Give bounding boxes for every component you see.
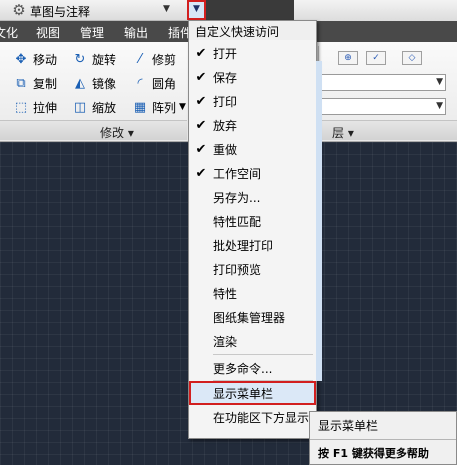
layer-combo[interactable]: ▼: [320, 74, 446, 91]
gear-icon[interactable]: ⚙: [10, 1, 28, 19]
check-icon: ✔: [195, 141, 207, 157]
scale-label: 缩放: [92, 100, 117, 115]
menu-scroll-strip: [316, 61, 322, 381]
layer-combo-2[interactable]: ▼: [320, 98, 446, 115]
menu-item-plot-preview[interactable]: 打印预览: [189, 257, 316, 281]
tooltip: 显示菜单栏 按 F1 键获得更多帮助: [309, 411, 457, 465]
menu-item-show-menubar[interactable]: 显示菜单栏: [189, 381, 316, 405]
copy-icon: ⧉: [16, 75, 26, 91]
menu-item-label: 显示菜单栏: [213, 386, 274, 401]
trim-button[interactable]: ⁄ 修剪: [131, 50, 176, 68]
layer-match-icon[interactable]: ✓: [366, 51, 386, 65]
menu-item-properties[interactable]: 特性: [189, 281, 316, 305]
tooltip-help: 按 F1 键获得更多帮助: [318, 447, 429, 460]
layer-panel-label: 层 ▾: [332, 126, 354, 140]
chevron-down-icon[interactable]: ▼: [179, 102, 186, 112]
modify-panel-footer[interactable]: 修改 ▾: [0, 120, 187, 140]
menu-item-render[interactable]: 渲染: [189, 329, 316, 353]
menu-item-label: 打印: [213, 94, 238, 109]
tooltip-title: 显示菜单栏: [318, 419, 379, 433]
menu-item-label: 批处理打印: [213, 238, 274, 253]
check-icon: ✔: [195, 45, 207, 61]
menu-item-label: 特性: [213, 286, 238, 301]
tab-manage[interactable]: 管理: [80, 24, 104, 41]
chevron-down-icon: ▼: [436, 77, 443, 87]
array-button[interactable]: ▦ 阵列 ▼: [131, 98, 186, 116]
menu-item-open[interactable]: ✔ 打开: [189, 41, 316, 65]
layer-tool-icon[interactable]: ⊕: [338, 51, 358, 65]
menu-item-print[interactable]: ✔ 打印: [189, 89, 316, 113]
menu-separator: [213, 354, 313, 355]
rotate-icon: ↻: [74, 51, 86, 67]
menu-item-show-below-ribbon[interactable]: 在功能区下方显示: [189, 405, 316, 429]
menu-item-match-properties[interactable]: 特性匹配: [189, 209, 316, 233]
menu-item-sheet-set-manager[interactable]: 图纸集管理器: [189, 305, 316, 329]
mirror-button[interactable]: ◭ 镜像: [71, 74, 116, 92]
menu-title: 自定义快速访问: [189, 21, 316, 40]
tab-output[interactable]: 输出: [124, 24, 148, 41]
menu-item-label: 工作空间: [213, 166, 262, 181]
menu-item-label: 另存为...: [213, 190, 261, 205]
modify-panel-label: 修改 ▾: [100, 126, 134, 140]
menu-item-save-as[interactable]: 另存为...: [189, 185, 316, 209]
copy-button[interactable]: ⧉ 复制: [12, 74, 57, 92]
array-icon: ▦: [133, 99, 147, 115]
tooltip-divider: [310, 439, 456, 440]
menu-item-label: 打开: [213, 46, 238, 61]
fillet-label: 圆角: [152, 76, 177, 91]
menu-item-label: 打印预览: [213, 262, 262, 277]
menu-item-label: 更多命令...: [213, 361, 273, 376]
chevron-down-icon[interactable]: ▼: [163, 4, 170, 14]
copy-label: 复制: [33, 76, 58, 91]
fillet-icon: ◜: [137, 75, 143, 91]
stretch-button[interactable]: ⬚ 拉伸: [12, 98, 57, 116]
stretch-icon: ⬚: [14, 99, 28, 115]
rotate-button[interactable]: ↻ 旋转: [71, 50, 116, 68]
rotate-label: 旋转: [92, 52, 117, 67]
menu-item-label: 渲染: [213, 334, 238, 349]
menu-item-label: 放弃: [213, 118, 238, 133]
quick-access-toolbar: ⚙ 草图与注释 ▼ ▼: [0, 0, 457, 21]
tab-view[interactable]: 视图: [36, 24, 60, 41]
workspace-label[interactable]: 草图与注释: [30, 3, 90, 20]
menu-item-redo[interactable]: ✔ 重做: [189, 137, 316, 161]
layer-panel-footer[interactable]: 层 ▾: [318, 120, 457, 140]
menu-item-undo[interactable]: ✔ 放弃: [189, 113, 316, 137]
check-icon: ✔: [195, 117, 207, 133]
check-icon: ✔: [195, 165, 207, 181]
menu-item-more-commands[interactable]: 更多命令...: [189, 356, 316, 380]
menu-item-label: 特性匹配: [213, 214, 262, 229]
mirror-icon: ◭: [75, 75, 85, 91]
menu-item-label: 图纸集管理器: [213, 310, 286, 325]
menu-item-label: 保存: [213, 70, 238, 85]
mirror-label: 镜像: [92, 76, 117, 91]
move-button[interactable]: ✥ 移动: [12, 50, 57, 68]
menu-item-label: 在功能区下方显示: [213, 410, 310, 425]
move-label: 移动: [33, 52, 58, 67]
scale-button[interactable]: ◫ 缩放: [71, 98, 116, 116]
customize-quick-access-menu: 自定义快速访问 ✔ 打开 ✔ 保存 ✔ 打印 ✔ 放弃 ✔ 重做 ✔ 工作空间 …: [188, 20, 322, 439]
trim-icon: ⁄: [138, 51, 142, 67]
trim-label: 修剪: [152, 52, 177, 67]
title-bar-rest: [294, 0, 457, 21]
array-label: 阵列: [152, 100, 177, 115]
layer-state-icon[interactable]: ◇: [402, 51, 422, 65]
check-icon: ✔: [195, 69, 207, 85]
chevron-down-icon: ▼: [193, 4, 200, 14]
chevron-down-icon: ▼: [436, 101, 443, 111]
menu-item-label: 重做: [213, 142, 238, 157]
check-icon: ✔: [195, 93, 207, 109]
menu-item-batch-plot[interactable]: 批处理打印: [189, 233, 316, 257]
move-icon: ✥: [15, 51, 27, 67]
customize-quick-access-button[interactable]: ▼: [187, 0, 206, 20]
scale-icon: ◫: [73, 99, 87, 115]
menu-item-save[interactable]: ✔ 保存: [189, 65, 316, 89]
fillet-button[interactable]: ◜ 圆角: [131, 74, 176, 92]
tab-0[interactable]: 文化: [0, 24, 18, 41]
toolbar-dark-strip: [206, 0, 294, 20]
menu-item-workspace[interactable]: ✔ 工作空间: [189, 161, 316, 185]
stretch-label: 拉伸: [33, 100, 58, 115]
